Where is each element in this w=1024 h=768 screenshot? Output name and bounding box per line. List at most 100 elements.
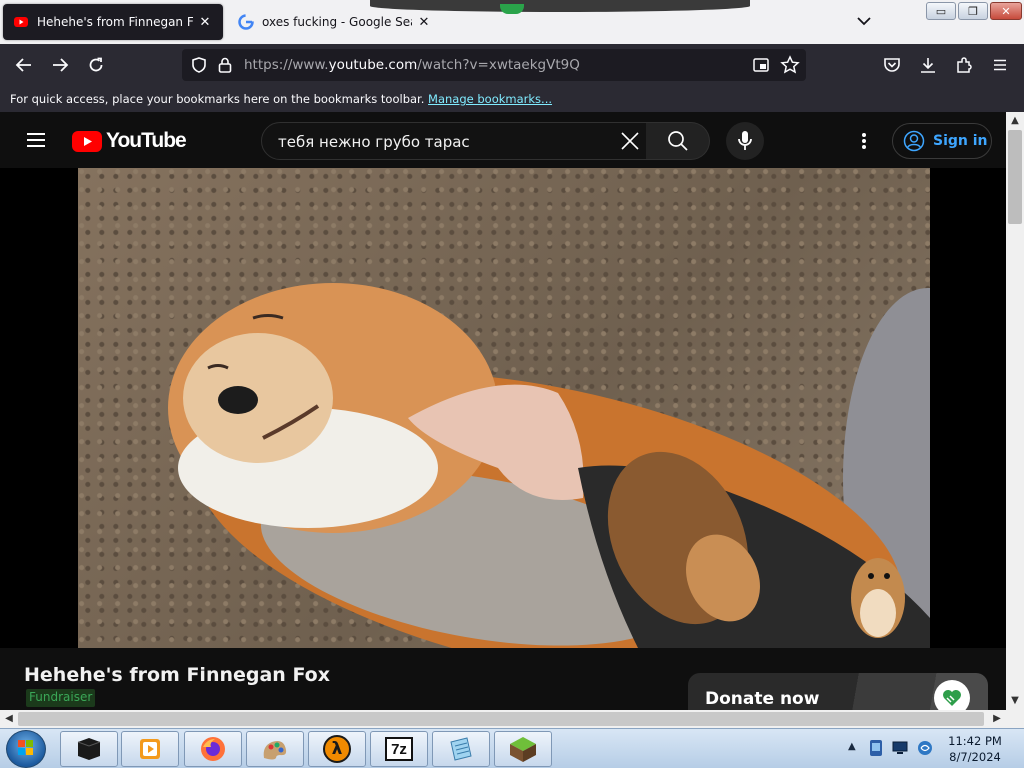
pocket-icon xyxy=(884,58,900,72)
taskbar-media-player[interactable] xyxy=(121,731,179,767)
taskbar-7zip[interactable]: 7z xyxy=(370,731,428,767)
navigation-toolbar: https://www.youtube.com/watch?v=xwtaekgV… xyxy=(0,44,1024,86)
pocket-button[interactable] xyxy=(880,53,904,77)
scroll-down-arrow-icon[interactable]: ▼ xyxy=(1006,692,1024,710)
horizontal-scrollbar[interactable]: ◀ ▶ xyxy=(0,710,1006,728)
network-icon[interactable] xyxy=(916,739,934,757)
star-icon[interactable] xyxy=(780,55,800,75)
monitor-icon[interactable] xyxy=(892,741,908,755)
youtube-icon xyxy=(14,17,28,27)
vertical-dots-icon xyxy=(862,133,866,149)
guide-menu-icon[interactable] xyxy=(24,128,48,152)
search-box[interactable] xyxy=(261,122,647,160)
clear-search-icon[interactable] xyxy=(620,131,640,151)
vertical-scrollbar[interactable]: ▲ ▼ xyxy=(1006,112,1024,710)
minecraft-icon xyxy=(510,737,536,762)
tab-google-search[interactable]: oxes fucking - Google Search ✕ xyxy=(228,4,442,40)
account-circle-icon xyxy=(903,130,925,152)
video-frame[interactable] xyxy=(78,168,930,648)
voice-search-button[interactable] xyxy=(726,122,764,160)
fundraiser-badge: Fundraiser xyxy=(26,689,96,707)
video-title: Hehehe's from Finnegan Fox xyxy=(24,664,330,686)
google-icon xyxy=(238,14,254,30)
search-button[interactable] xyxy=(646,122,710,160)
clock-date: 8/7/2024 xyxy=(949,750,1001,764)
sign-in-button[interactable]: Sign in xyxy=(892,123,992,159)
search-icon xyxy=(667,131,688,151)
media-player-icon xyxy=(140,739,160,759)
tab-close-icon[interactable]: ✕ xyxy=(197,15,213,30)
scroll-right-arrow-icon[interactable]: ▶ xyxy=(988,710,1006,728)
fox-video-image xyxy=(168,283,930,648)
downloads-button[interactable] xyxy=(916,53,940,77)
hamburger-menu-icon xyxy=(994,59,1006,71)
terminal-icon xyxy=(77,738,101,760)
sign-in-label: Sign in xyxy=(933,133,988,149)
paint-icon xyxy=(263,741,287,760)
taskbar-half-life[interactable]: λ xyxy=(308,731,366,767)
clock-time: 11:42 PM xyxy=(948,734,1002,748)
scroll-left-arrow-icon[interactable]: ◀ xyxy=(0,710,18,728)
shield-icon[interactable] xyxy=(190,56,208,74)
extensions-button[interactable] xyxy=(952,53,976,77)
settings-more-button[interactable] xyxy=(852,129,876,153)
video-player[interactable] xyxy=(0,168,1006,648)
minimize-button[interactable]: ▭ xyxy=(926,2,956,20)
start-button[interactable] xyxy=(6,730,46,768)
firefox-icon xyxy=(201,737,225,761)
youtube-wordmark: YouTube xyxy=(106,129,187,152)
taskbar-terminal[interactable] xyxy=(60,731,118,767)
system-clock[interactable]: 11:42 PM 8/7/2024 xyxy=(940,733,1010,765)
puzzle-piece-icon xyxy=(957,57,972,73)
half-life-icon: λ xyxy=(323,735,351,763)
arrow-right-icon xyxy=(53,58,69,72)
reload-icon xyxy=(89,57,103,72)
app-menu-button[interactable] xyxy=(988,53,1012,77)
tab-strip: Hehehe's from Finnegan Fox - ✕ oxes fuck… xyxy=(0,0,1024,44)
youtube-page: YouTube Sign in xyxy=(0,112,1006,710)
search-input[interactable] xyxy=(278,131,608,153)
maximize-button[interactable]: ❐ xyxy=(958,2,988,20)
tab-close-icon[interactable]: ✕ xyxy=(416,15,432,30)
youtube-play-logo-icon xyxy=(72,130,102,152)
taskbar-notepad[interactable] xyxy=(432,731,490,767)
show-hidden-icons-icon[interactable]: ▲ xyxy=(848,741,856,752)
chevron-down-icon[interactable] xyxy=(855,12,873,30)
download-icon xyxy=(921,58,935,73)
notepad-icon xyxy=(450,737,472,761)
taskbar: λ 7z ▲ 11:42 PM 8/7/2024 xyxy=(0,728,1024,768)
picture-in-picture-icon[interactable] xyxy=(752,56,770,74)
tab-youtube[interactable]: Hehehe's from Finnegan Fox - ✕ xyxy=(3,4,223,40)
tab-title: Hehehe's from Finnegan Fox - xyxy=(37,15,193,29)
bookmarks-message: For quick access, place your bookmarks h… xyxy=(10,92,425,106)
url-prefix: https://www. xyxy=(244,57,329,73)
tray-app-icon[interactable] xyxy=(868,739,884,757)
7zip-icon: 7z xyxy=(385,737,413,761)
back-button[interactable] xyxy=(12,53,36,77)
url-bar[interactable]: https://www.youtube.com/watch?v=xwtaekgV… xyxy=(182,49,806,81)
lock-icon[interactable] xyxy=(217,56,233,74)
arrow-left-icon xyxy=(15,58,31,72)
taskbar-minecraft[interactable] xyxy=(494,731,552,767)
forward-button[interactable] xyxy=(48,53,72,77)
donate-card[interactable]: Donate now xyxy=(688,673,988,710)
youtube-header: YouTube Sign in xyxy=(0,112,1006,168)
scroll-corner xyxy=(1006,710,1024,728)
horizontal-scroll-thumb[interactable] xyxy=(18,712,984,726)
reload-button[interactable] xyxy=(84,53,108,77)
decorative-dot xyxy=(500,4,524,14)
window-controls: ▭ ❐ ✕ xyxy=(926,2,1022,20)
donate-heart-icon xyxy=(934,680,970,710)
manage-bookmarks-link[interactable]: Manage bookmarks... xyxy=(428,92,552,106)
vertical-scroll-thumb[interactable] xyxy=(1008,130,1022,224)
taskbar-firefox[interactable] xyxy=(184,731,242,767)
donate-label: Donate now xyxy=(705,689,820,709)
youtube-logo[interactable]: YouTube xyxy=(72,129,187,153)
url-text[interactable]: https://www.youtube.com/watch?v=xwtaekgV… xyxy=(244,57,580,73)
close-window-button[interactable]: ✕ xyxy=(990,2,1022,20)
scroll-up-arrow-icon[interactable]: ▲ xyxy=(1006,112,1024,130)
url-host: youtube.com xyxy=(328,57,418,73)
taskbar-paint[interactable] xyxy=(246,731,304,767)
windows-logo-icon xyxy=(18,740,33,755)
tab-title: oxes fucking - Google Search xyxy=(262,15,412,29)
